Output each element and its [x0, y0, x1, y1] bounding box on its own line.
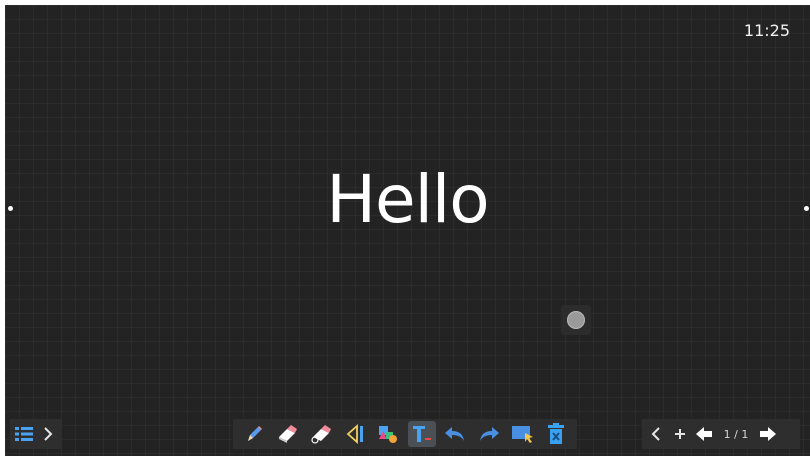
delete-button[interactable]: [542, 421, 570, 447]
eraser-icon: [279, 425, 298, 443]
whiteboard-canvas[interactable]: 11:25 Hello: [5, 5, 810, 456]
shapes-button[interactable]: [374, 421, 402, 447]
clock: 11:25: [743, 21, 790, 40]
shapes-icon: [379, 426, 398, 443]
tool-bar: [233, 419, 577, 449]
redo-button[interactable]: [475, 421, 503, 447]
left-edge-handle[interactable]: [8, 206, 13, 211]
floating-dot-icon: [567, 311, 585, 329]
pencil-icon: [247, 426, 262, 441]
chevron-left-icon: [651, 427, 660, 441]
eraser-button[interactable]: [273, 421, 301, 447]
select-button[interactable]: [509, 421, 537, 447]
add-page-button[interactable]: [670, 421, 690, 447]
page-indicator: 1 / 1: [723, 427, 749, 441]
menu-bar: [10, 419, 62, 449]
redo-icon: [479, 427, 499, 441]
page-bar: 1 / 1: [642, 419, 800, 449]
clear-eraser-button[interactable]: [307, 421, 335, 447]
delete-icon: [548, 423, 565, 444]
text-tool-button[interactable]: [407, 421, 436, 447]
next-page-button[interactable]: [758, 421, 778, 447]
pencil-button[interactable]: [240, 421, 268, 447]
ruler-button[interactable]: [341, 421, 369, 447]
menu-button[interactable]: [14, 421, 34, 447]
undo-button[interactable]: [441, 421, 469, 447]
select-icon: [511, 426, 533, 443]
collapse-button[interactable]: [646, 421, 666, 447]
undo-icon: [445, 427, 465, 441]
arrow-left-icon: [696, 427, 712, 441]
text-tool-icon: [412, 426, 431, 442]
expand-button[interactable]: [38, 421, 58, 447]
floating-menu-button[interactable]: [561, 305, 591, 335]
right-edge-handle[interactable]: [804, 206, 809, 211]
arrow-right-icon: [760, 427, 776, 441]
prev-page-button[interactable]: [694, 421, 714, 447]
chevron-right-icon: [44, 427, 53, 441]
plus-icon: [675, 429, 685, 439]
canvas-text[interactable]: Hello: [5, 161, 810, 238]
clear-eraser-icon: [311, 425, 331, 444]
ruler-icon: [346, 424, 363, 444]
list-icon: [15, 427, 33, 441]
